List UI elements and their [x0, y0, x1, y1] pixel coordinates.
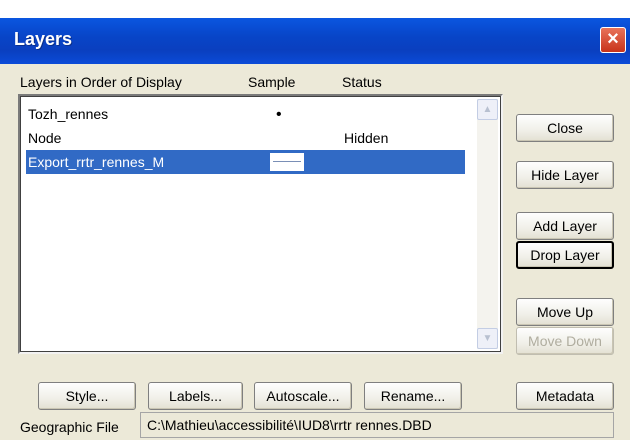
drop-layer-button[interactable]: Drop Layer — [516, 241, 614, 269]
layer-name: Tozh_rennes — [28, 106, 109, 122]
rename-button[interactable]: Rename... — [364, 382, 462, 410]
dialog-body: Layers in Order of Display Sample Status… — [0, 64, 630, 440]
layer-row-tozh-rennes[interactable]: Tozh_rennes • — [26, 102, 465, 126]
layer-status: Hidden — [344, 130, 389, 146]
style-button[interactable]: Style... — [38, 382, 136, 410]
list-scrollbar[interactable]: ▲ ▼ — [477, 99, 498, 349]
layer-name: Node — [28, 130, 62, 146]
hide-layer-button[interactable]: Hide Layer — [516, 161, 614, 189]
background-window-strip — [0, 0, 630, 18]
layer-row-node[interactable]: Node Hidden — [26, 126, 465, 150]
labels-button[interactable]: Labels... — [148, 382, 243, 410]
column-header-sample: Sample — [248, 74, 296, 90]
column-header-status: Status — [342, 74, 382, 90]
move-down-button: Move Down — [516, 327, 614, 355]
column-header-layers: Layers in Order of Display — [20, 74, 182, 90]
metadata-button[interactable]: Metadata — [516, 382, 614, 410]
title-bar[interactable]: Layers × — [0, 18, 630, 65]
add-layer-button[interactable]: Add Layer — [516, 212, 614, 240]
autoscale-button[interactable]: Autoscale... — [254, 382, 352, 410]
point-sample-icon: • — [276, 106, 282, 123]
geographic-file-label: Geographic File — [20, 419, 119, 435]
layer-name: Export_rrtr_rennes_M — [28, 154, 165, 170]
geographic-file-path: C:\Mathieu\accessibilité\IUD8\rrtr renne… — [140, 412, 614, 438]
layers-list[interactable]: Tozh_rennes • Node Hidden Export_rrtr_re… — [18, 94, 503, 354]
layers-dialog: Layers × Layers in Order of Display Samp… — [0, 18, 630, 440]
window-title: Layers — [14, 29, 73, 49]
scroll-up-arrow-icon[interactable]: ▲ — [477, 99, 498, 120]
close-icon[interactable]: × — [600, 27, 626, 53]
close-button[interactable]: Close — [516, 114, 614, 142]
layer-row-export-rrtr-rennes-m[interactable]: Export_rrtr_rennes_M — [26, 150, 465, 174]
line-sample-icon — [270, 153, 304, 171]
scroll-down-arrow-icon[interactable]: ▼ — [477, 328, 498, 349]
move-up-button[interactable]: Move Up — [516, 298, 614, 326]
